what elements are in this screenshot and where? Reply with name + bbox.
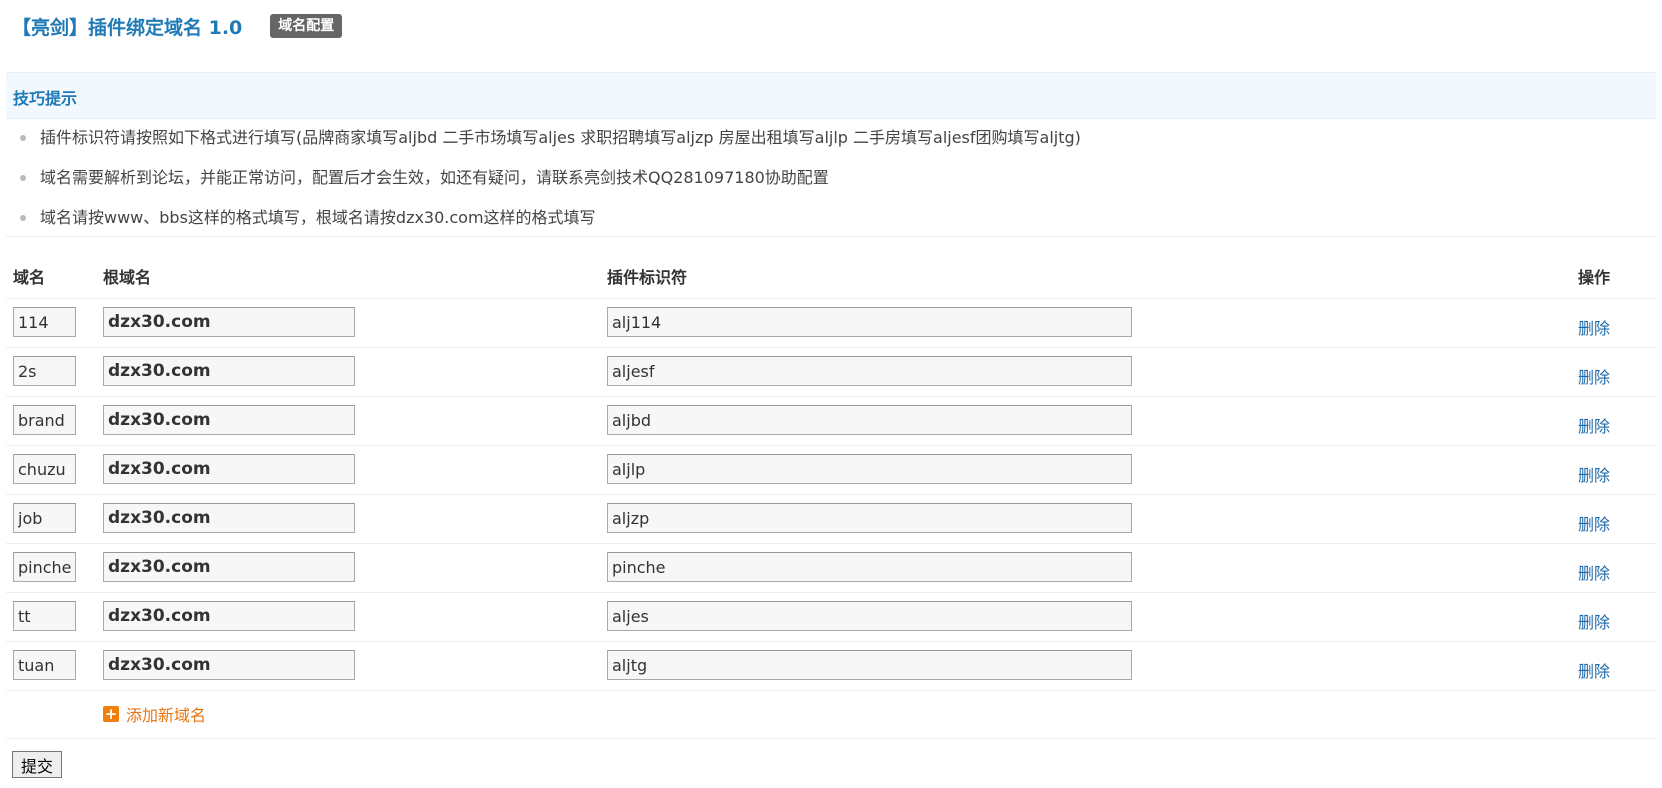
domain-input[interactable] (13, 650, 76, 680)
domain-input[interactable] (13, 601, 76, 631)
plugin-id-input[interactable] (607, 307, 1132, 337)
tip-text: 域名请按www、bbs这样的格式填写，根域名请按dzx30.com这样的格式填写 (40, 208, 596, 227)
plugin-id-input[interactable] (607, 552, 1132, 582)
tip-text: 插件标识符请按照如下格式进行填写(品牌商家填写aljbd 二手市场填写aljes… (40, 128, 1081, 147)
root-domain-input[interactable] (103, 552, 355, 582)
domain-input[interactable] (13, 454, 76, 484)
divider (6, 690, 1656, 691)
delete-link[interactable]: 删除 (1578, 413, 1610, 437)
column-header-action: 操作 (1578, 268, 1611, 287)
table-row: 删除 (0, 446, 1662, 494)
page-header: 【亮剑】插件绑定域名 1.0 域名配置 (12, 12, 343, 40)
tab-domain-config[interactable]: 域名配置 (270, 14, 343, 38)
plugin-id-input[interactable] (607, 454, 1132, 484)
divider (6, 738, 1656, 739)
plugin-id-input[interactable] (607, 601, 1132, 631)
tip-text: 域名需要解析到论坛，并能正常访问，配置后才会生效，如还有疑问，请联系亮剑技术QQ… (40, 168, 829, 187)
delete-link[interactable]: 删除 (1578, 560, 1610, 584)
root-domain-input[interactable] (103, 650, 355, 680)
plugin-id-input[interactable] (607, 503, 1132, 533)
domain-input[interactable] (13, 405, 76, 435)
tips-heading: 技巧提示 (13, 89, 78, 108)
bullet-icon (20, 135, 26, 141)
tips-list: 插件标识符请按照如下格式进行填写(品牌商家填写aljbd 二手市场填写aljes… (20, 126, 1081, 246)
table-row: 删除 (0, 642, 1662, 690)
delete-link[interactable]: 删除 (1578, 658, 1610, 682)
delete-link[interactable]: 删除 (1578, 609, 1610, 633)
divider (6, 236, 1656, 237)
table-row: 删除 (0, 593, 1662, 641)
root-domain-input[interactable] (103, 601, 355, 631)
tips-header: 技巧提示 (6, 72, 1656, 119)
root-domain-input[interactable] (103, 307, 355, 337)
domain-input[interactable] (13, 356, 76, 386)
delete-link[interactable]: 删除 (1578, 364, 1610, 388)
plugin-id-input[interactable] (607, 650, 1132, 680)
tip-item: 域名请按www、bbs这样的格式填写，根域名请按dzx30.com这样的格式填写 (20, 206, 1081, 246)
plugin-id-input[interactable] (607, 356, 1132, 386)
plus-icon: + (103, 705, 119, 723)
table-row: 删除 (0, 299, 1662, 347)
root-domain-input[interactable] (103, 405, 355, 435)
root-domain-input[interactable] (103, 454, 355, 484)
column-header-plugin: 插件标识符 (607, 268, 688, 287)
bullet-icon (20, 175, 26, 181)
add-domain-label: 添加新域名 (126, 706, 207, 725)
delete-link[interactable]: 删除 (1578, 511, 1610, 535)
tip-item: 插件标识符请按照如下格式进行填写(品牌商家填写aljbd 二手市场填写aljes… (20, 126, 1081, 166)
page-title: 【亮剑】插件绑定域名 1.0 (12, 16, 243, 39)
table-row: 删除 (0, 495, 1662, 543)
delete-link[interactable]: 删除 (1578, 315, 1610, 339)
add-domain-button[interactable]: + 添加新域名 (103, 702, 206, 726)
column-header-root: 根域名 (103, 268, 152, 287)
table-row: 删除 (0, 348, 1662, 396)
tip-item: 域名需要解析到论坛，并能正常访问，配置后才会生效，如还有疑问，请联系亮剑技术QQ… (20, 166, 1081, 206)
column-header-domain: 域名 (13, 268, 46, 287)
domain-input[interactable] (13, 552, 76, 582)
table-row: 删除 (0, 397, 1662, 445)
table-row: 删除 (0, 544, 1662, 592)
root-domain-input[interactable] (103, 503, 355, 533)
plugin-id-input[interactable] (607, 405, 1132, 435)
domain-input[interactable] (13, 307, 76, 337)
delete-link[interactable]: 删除 (1578, 462, 1610, 486)
domain-input[interactable] (13, 503, 76, 533)
root-domain-input[interactable] (103, 356, 355, 386)
submit-button[interactable]: 提交 (12, 751, 62, 778)
bullet-icon (20, 215, 26, 221)
